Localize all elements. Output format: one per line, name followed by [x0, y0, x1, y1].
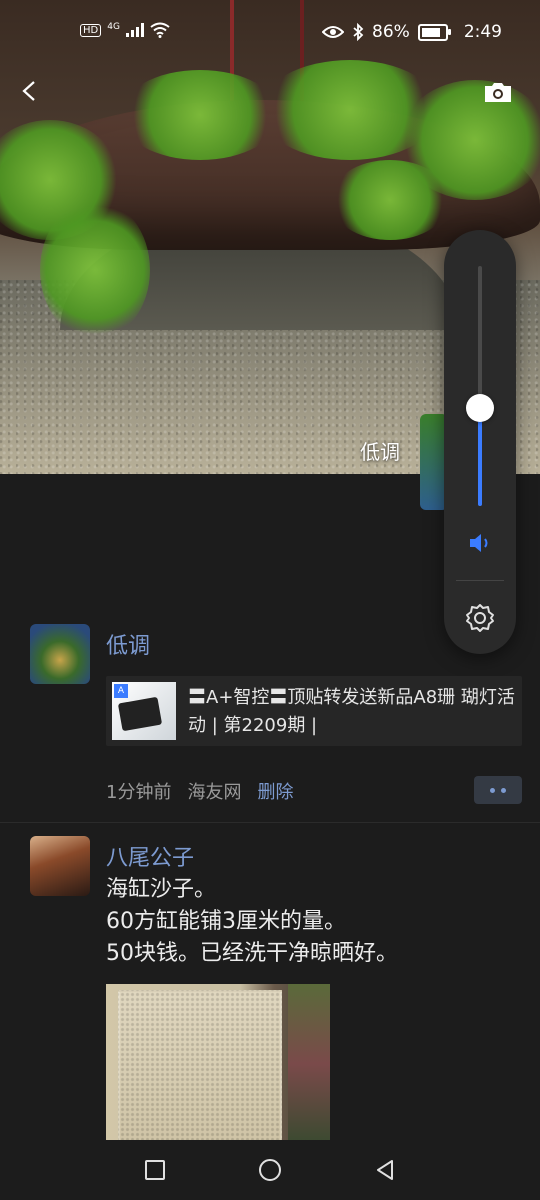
shared-post-title: 〓A+智控〓顶贴转发送新品A8珊 瑚灯活动 | 第2209期 |: [188, 687, 515, 736]
comment-line: 海缸沙子。: [106, 877, 217, 902]
dot-icon: [501, 787, 506, 793]
square-icon[interactable]: [143, 1158, 167, 1182]
bluetooth-icon: [353, 23, 364, 41]
cover-moss: [330, 160, 450, 240]
sand-bag-image: [118, 990, 282, 1144]
hd-badge: HD: [80, 23, 102, 37]
gear-icon[interactable]: [464, 602, 496, 634]
shared-post-thumbnail: A: [112, 682, 176, 740]
clock: 2:49: [463, 22, 502, 42]
cover-moss: [40, 200, 150, 340]
eye-icon: [322, 26, 345, 38]
comment-body: 海缸沙子。 60方缸能铺3厘米的量。 50块钱。已经洗干净晾晒好。: [106, 874, 398, 970]
shared-post-card[interactable]: A 〓A+智控〓顶贴转发送新品A8珊 瑚灯活动 | 第2209期 |: [106, 676, 522, 746]
dot-icon: [490, 787, 495, 793]
circle-icon[interactable]: [258, 1158, 282, 1182]
comment-source: 海友网: [187, 782, 242, 803]
avatar[interactable]: [30, 624, 90, 684]
comment-meta: 1分钟前 海友网 删除: [106, 778, 293, 804]
cover-username: 低调: [360, 440, 400, 464]
battery-percent: 86%: [372, 22, 410, 42]
chevron-left-icon[interactable]: [18, 80, 40, 102]
network-type: 4G: [107, 22, 120, 32]
more-options-button[interactable]: [474, 776, 522, 804]
signal-icon: [125, 23, 144, 37]
comment-line: 60方缸能铺3厘米的量。: [106, 909, 346, 934]
delete-link[interactable]: 删除: [257, 778, 293, 804]
volume-fill: [478, 408, 482, 506]
comment-line: 50块钱。已经洗干净晾晒好。: [106, 941, 398, 966]
status-bar: HD 4G 86% 2:49: [0, 14, 540, 54]
commenter-name[interactable]: 低调: [106, 628, 150, 660]
comment-time: 1分钟前: [106, 782, 172, 803]
commenter-name[interactable]: 八尾公子: [106, 840, 194, 872]
cover-moss: [120, 70, 280, 160]
camera-icon[interactable]: [482, 80, 514, 104]
battery-icon: [417, 23, 451, 41]
comment-photo[interactable]: [106, 984, 330, 1144]
thumb-badge: A: [114, 684, 128, 698]
speaker-icon[interactable]: [467, 530, 493, 556]
wifi-icon: [150, 22, 170, 38]
avatar[interactable]: [30, 836, 90, 896]
volume-divider: [456, 580, 504, 581]
triangle-back-icon[interactable]: [373, 1158, 397, 1182]
plants-image: [288, 984, 330, 1144]
volume-slider-handle[interactable]: [466, 394, 494, 423]
navigation-bar: [0, 1140, 540, 1200]
product-image: [117, 696, 163, 732]
divider: [0, 822, 540, 823]
volume-panel: [444, 230, 516, 654]
